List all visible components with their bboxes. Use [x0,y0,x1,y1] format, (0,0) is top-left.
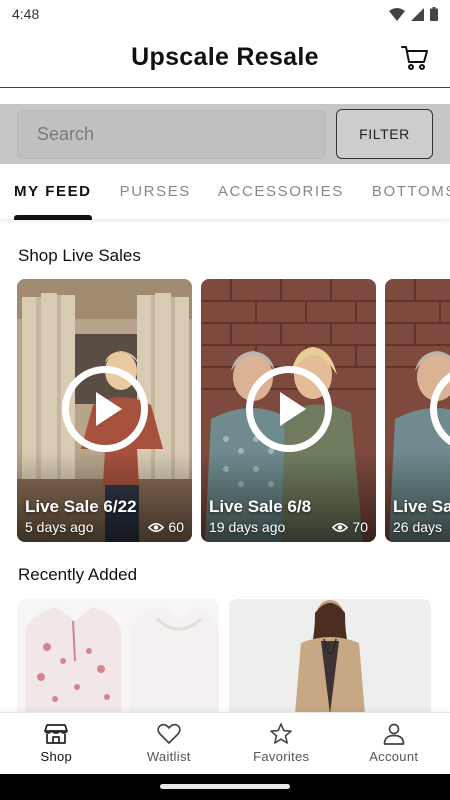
view-count-value: 70 [352,519,368,535]
nav-label: Shop [40,749,73,764]
play-icon [279,392,306,426]
live-sale-title: Live Sa [393,497,450,516]
play-button[interactable] [61,366,148,452]
live-sale-card[interactable]: Live Sa 26 days [385,279,450,542]
bottom-navigation: Shop Waitlist Favorites Account [0,712,450,774]
nav-account[interactable]: Account [338,713,450,774]
live-sale-date: 5 days ago [25,519,94,535]
play-button[interactable] [245,366,332,452]
eye-icon [332,522,349,532]
shopping-cart-icon [401,46,428,70]
nav-waitlist[interactable]: Waitlist [113,713,226,774]
product-image [229,599,431,714]
nav-shop[interactable]: Shop [0,713,113,774]
person-icon [383,723,405,745]
status-icons [389,7,438,21]
status-bar: 4:48 [0,0,450,28]
eye-icon [148,522,165,532]
app-title: Upscale Resale [131,43,319,71]
live-sale-date: 26 days [393,519,443,535]
search-input[interactable] [17,110,326,159]
nav-label: Favorites [253,749,310,764]
tab-purses[interactable]: PURSES [120,164,191,220]
play-icon [95,392,122,426]
view-count: 70 [332,519,368,535]
filter-button[interactable]: FILTER [336,109,433,159]
live-sale-title: Live Sale 6/8 [209,497,312,516]
tab-accessories[interactable]: ACCESSORIES [218,164,344,220]
product-image [17,599,219,714]
live-sale-card[interactable]: Live Sale 6/8 19 days ago 70 [201,279,376,542]
heart-icon [157,723,181,744]
live-sale-card[interactable]: Live Sale 6/22 5 days ago 60 [17,279,192,542]
category-tabs: MY FEED PURSES ACCESSORIES BOTTOMS [0,164,450,220]
recently-added-carousel [17,599,450,714]
live-sale-title: Live Sale 6/22 [25,497,137,516]
view-count: 60 [148,519,184,535]
tab-my-feed[interactable]: MY FEED [14,164,92,220]
cart-button[interactable] [400,43,430,73]
product-card[interactable] [17,599,219,714]
battery-icon [430,7,438,21]
home-gesture-handle[interactable] [160,784,290,789]
recently-added-heading: Recently Added [18,565,138,584]
search-bar: FILTER [0,104,450,164]
cellular-signal-icon [411,7,424,21]
live-sales-carousel: Live Sale 6/22 5 days ago 60 Live Sale 6… [17,279,450,542]
nav-favorites[interactable]: Favorites [225,713,338,774]
app-header: Upscale Resale [0,28,450,88]
storefront-icon [44,724,69,744]
system-gesture-bar [0,774,450,800]
live-sale-date: 19 days ago [209,519,286,535]
app-screen: 4:48 Upscale Resale FILTER MY FEED PURSE… [0,0,450,800]
nav-label: Waitlist [146,749,191,764]
nav-label: Account [369,749,419,764]
tab-bottoms[interactable]: BOTTOMS [372,164,450,220]
product-card[interactable] [229,599,431,714]
wifi-icon [389,7,405,21]
status-time: 4:48 [12,6,40,22]
star-icon [270,723,293,744]
live-sales-heading: Shop Live Sales [18,246,141,265]
view-count-value: 60 [168,519,184,535]
